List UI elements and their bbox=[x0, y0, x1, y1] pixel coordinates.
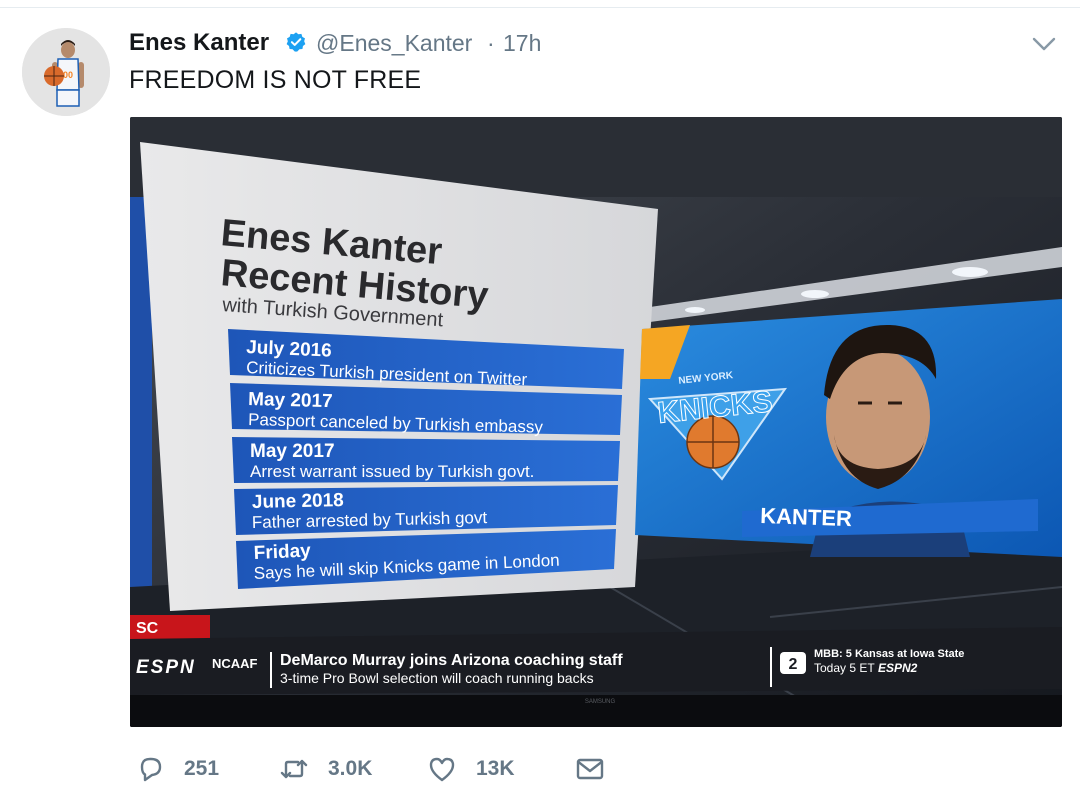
player-label: KANTER bbox=[760, 503, 853, 531]
chevron-down-icon[interactable] bbox=[1030, 34, 1058, 54]
meta-separator: · bbox=[487, 30, 495, 56]
timeline-date: May 2017 bbox=[250, 441, 335, 462]
reply-count: 251 bbox=[184, 757, 220, 780]
tweet-actions: 251 3.0K 13K bbox=[130, 752, 730, 786]
author-name[interactable]: Enes Kanter bbox=[129, 29, 269, 57]
ticker-headline: DeMarco Murray joins Arizona coaching st… bbox=[280, 652, 623, 669]
promo-network: ESPN2 bbox=[878, 661, 918, 675]
promo-badge: 2 bbox=[789, 656, 798, 673]
svg-text:00: 00 bbox=[63, 70, 73, 80]
verified-badge-icon bbox=[286, 32, 306, 52]
bottom-ticker: ESPN NCAAF DeMarco Murray joins Arizona … bbox=[130, 627, 1062, 695]
author-handle[interactable]: @Enes_Kanter bbox=[316, 30, 472, 57]
tv-brand: SAMSUNG bbox=[585, 699, 616, 705]
envelope-icon bbox=[576, 758, 604, 780]
reply-icon bbox=[140, 757, 162, 782]
timeline-date: June 2018 bbox=[252, 490, 344, 513]
timeline-event: Arrest warrant issued by Turkish govt. bbox=[250, 462, 534, 481]
promo-line1: MBB: 5 Kansas at Iowa State bbox=[814, 648, 964, 660]
ticker-category: NCAAF bbox=[212, 656, 258, 671]
timeline-item: May 2017 Arrest warrant issued by Turkis… bbox=[232, 437, 620, 483]
timeline-graphic: Enes Kanter Recent History with Turkish … bbox=[140, 142, 658, 611]
promo-line2: Today 5 ET bbox=[814, 661, 875, 675]
show-bug: SC bbox=[130, 615, 210, 639]
tweet-text: FREEDOM IS NOT FREE bbox=[129, 66, 422, 94]
player-panel: NEW YORK KNICKS KANTER bbox=[635, 299, 1062, 557]
like-button[interactable]: 13K bbox=[426, 752, 515, 786]
timestamp[interactable]: 17h bbox=[503, 30, 541, 57]
reply-button[interactable]: 251 bbox=[134, 752, 219, 786]
direct-message-button[interactable] bbox=[574, 752, 606, 786]
timeline-date: Friday bbox=[253, 541, 311, 564]
network-logo: ESPN bbox=[136, 657, 196, 678]
retweet-count: 3.0K bbox=[328, 757, 373, 780]
timeline-date: May 2017 bbox=[248, 389, 333, 412]
retweet-icon bbox=[280, 759, 308, 779]
tweet-photo[interactable]: Enes Kanter Recent History with Turkish … bbox=[130, 117, 1062, 727]
heart-icon bbox=[429, 757, 455, 782]
retweet-button[interactable]: 3.0K bbox=[278, 752, 372, 786]
avatar[interactable]: 00 bbox=[22, 28, 110, 116]
ticker-subline: 3-time Pro Bowl selection will coach run… bbox=[280, 670, 594, 686]
like-count: 13K bbox=[476, 757, 515, 780]
top-divider bbox=[0, 0, 1080, 8]
show-bug-text: SC bbox=[136, 620, 159, 637]
